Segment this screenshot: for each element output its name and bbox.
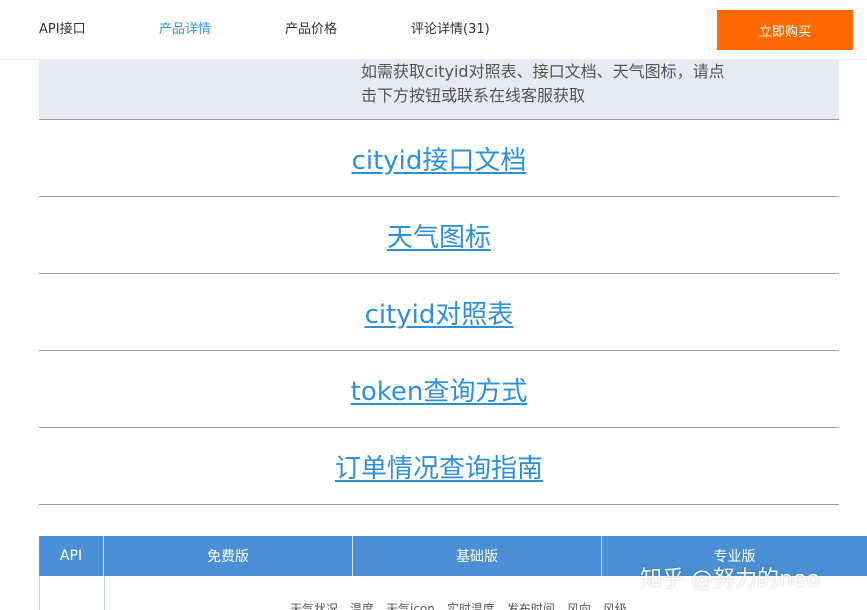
order-guide-link[interactable]: 订单情况查询指南 [335, 448, 543, 485]
link-row-cityid-docs: cityid接口文档 [39, 120, 839, 197]
buy-now-button[interactable]: 立即购买 [717, 10, 853, 50]
notice-box: 如需获取cityid对照表、接口文档、天气图标，请点 击下方按钮或联系在线客服获… [39, 60, 839, 120]
header-free: 免费版 [104, 536, 353, 576]
notice-text: 如需获取cityid对照表、接口文档、天气图标，请点 击下方按钮或联系在线客服获… [361, 60, 801, 108]
tab-api[interactable]: API接口 [39, 21, 86, 39]
weather-icons-link[interactable]: 天气图标 [387, 217, 491, 254]
top-nav-bar: API接口 产品详情 产品价格 评论详情(31) 立即购买 [0, 0, 867, 60]
token-query-link[interactable]: token查询方式 [351, 371, 528, 408]
product-detail-page: API接口 产品详情 产品价格 评论详情(31) 立即购买 如需获取cityid… [0, 0, 867, 610]
tab-product-price[interactable]: 产品价格 [285, 21, 337, 39]
cityid-docs-link[interactable]: cityid接口文档 [352, 140, 527, 177]
tab-reviews[interactable]: 评论详情(31) [411, 21, 490, 39]
link-row-order-guide: 订单情况查询指南 [39, 428, 839, 505]
cityid-table-link[interactable]: cityid对照表 [365, 294, 514, 331]
header-api: API [39, 536, 104, 576]
cell-divider [104, 576, 105, 610]
link-row-token-query: token查询方式 [39, 351, 839, 428]
link-row-cityid-table: cityid对照表 [39, 274, 839, 351]
link-row-weather-icons: 天气图标 [39, 197, 839, 274]
notice-line-1: 如需获取cityid对照表、接口文档、天气图标，请点 [361, 62, 725, 81]
tab-product-detail[interactable]: 产品详情 [159, 21, 211, 39]
zhihu-watermark: 知乎 @努力的neo [640, 567, 820, 592]
notice-line-2: 击下方按钮或联系在线客服获取 [361, 86, 586, 105]
header-basic: 基础版 [353, 536, 602, 576]
table-cell-features: 天气状况、温度、天气icon、实时温度、发布时间、风向、风级 [290, 602, 627, 610]
